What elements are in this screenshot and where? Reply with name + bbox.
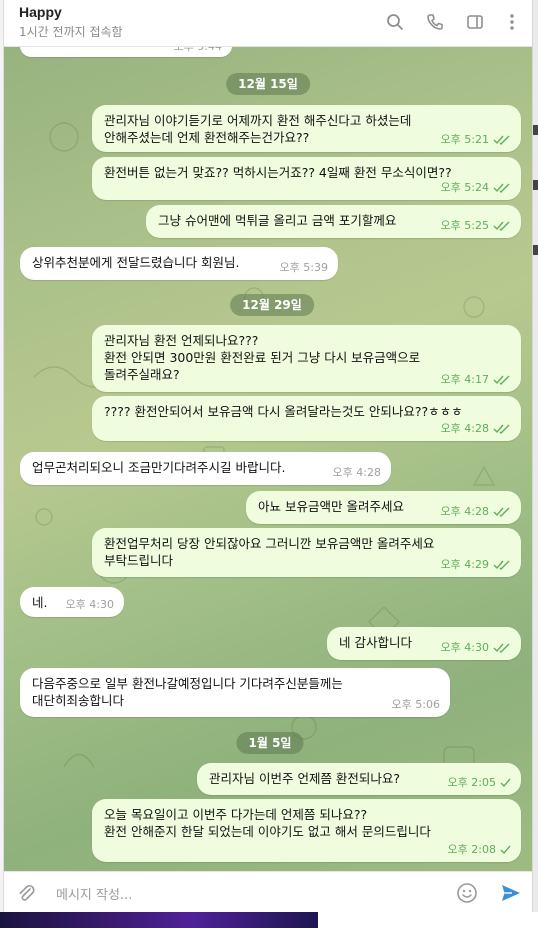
message-time: 오후 5:24 [440, 181, 489, 194]
double-check-icon [493, 375, 510, 385]
message-time: 오후 5:06 [391, 698, 440, 711]
double-check-icon [493, 424, 510, 434]
message-input[interactable]: 메시지 작성... [56, 884, 132, 903]
message-bubble-outgoing[interactable]: 오늘 목요일이고 이번주 다가는데 언제쯤 되나요?? 환전 안해준지 한달 되… [92, 799, 521, 862]
double-check-icon [493, 135, 510, 145]
message-bubble-incoming[interactable]: 다음주중으로 일부 환전나갈예정입니다 기다려주신분들께는 대단히죄송합니다 오… [20, 668, 450, 717]
message-bubble-outgoing[interactable]: 관리자님 이야기듣기로 어제까지 환전 해주신다고 하셨는데 안해주셨는데 언제… [92, 105, 521, 152]
message-time: 오후 5:44 [174, 47, 222, 55]
message-bubble-outgoing[interactable]: 환전업무처리 당장 안되잖아요 그러니깐 보유금액만 올려주세요 부탁드립니다 … [92, 528, 521, 577]
message-time: 오후 2:05 [447, 776, 496, 789]
message-text: 다음주중으로 일부 환전나갈예정입니다 기다려주신분들께는 대단히죄송합니다 [32, 676, 343, 708]
message-time: 오후 5:25 [440, 219, 489, 232]
date-separator: 12월 29일 [230, 294, 314, 316]
message-list[interactable]: 오후 5:44 12월 15일 관리자님 이야기듣기로 어제까지 환전 해주신다… [4, 47, 532, 871]
message-time: 오후 4:28 [332, 466, 381, 479]
message-bubble-outgoing[interactable]: ???? 환전안되어서 보유금액 다시 올려달라는것도 안되나요??ㅎㅎㅎ 오후… [92, 396, 521, 441]
message-composer: 메시지 작성... [4, 871, 532, 912]
message-bubble-outgoing[interactable]: 아뇨 보유금액만 올려주세요 오후 4:28 [246, 491, 521, 524]
bottom-strip [0, 912, 538, 928]
message-bubble-outgoing[interactable]: 그냥 슈어맨에 먹튀글 올리고 금액 포기할께요 오후 5:25 [146, 205, 521, 238]
send-icon[interactable] [499, 881, 523, 905]
double-check-icon [493, 221, 510, 231]
date-separator: 1월 5일 [236, 732, 304, 754]
right-edge-mark [533, 180, 538, 190]
date-separator: 12월 15일 [226, 73, 310, 95]
message-time: 오후 4:30 [440, 641, 489, 654]
background-banner [0, 912, 318, 928]
message-bubble-outgoing[interactable]: 관리자님 환전 언제되나요??? 환전 안되면 300만원 환전완료 된거 그냥… [92, 325, 521, 392]
right-edge-mark [533, 245, 538, 255]
message-bubble-outgoing[interactable]: 네 감사합니다 오후 4:30 [327, 627, 521, 660]
chat-title[interactable]: Happy [19, 4, 62, 20]
message-time: 오후 5:39 [279, 261, 328, 274]
search-icon[interactable] [384, 11, 406, 33]
message-time: 오후 2:08 [447, 843, 496, 856]
last-seen-status: 1시간 전까지 접속함 [19, 25, 123, 39]
message-time: 오후 4:30 [65, 598, 114, 611]
check-icon [500, 778, 511, 787]
message-bubble-outgoing[interactable]: 환전버튼 없는거 맞죠?? 먹하시는거죠?? 4일째 환전 무소식이면?? 오후… [92, 157, 521, 200]
message-text: 업무곤처리되오니 조금만기다려주시길 바랍니다. [32, 460, 286, 475]
emoji-icon[interactable] [455, 881, 479, 905]
chat-header: Happy 1시간 전까지 접속함 [4, 0, 532, 47]
check-icon [500, 845, 511, 854]
message-time: 오후 4:28 [440, 422, 489, 435]
double-check-icon [493, 507, 510, 517]
message-text: 오늘 목요일이고 이번주 다가는데 언제쯤 되나요?? 환전 안해준지 한달 되… [104, 807, 431, 839]
attach-icon[interactable] [14, 881, 38, 905]
more-menu-icon[interactable] [501, 11, 523, 33]
message-bubble-outgoing[interactable]: 관리자님 이번주 언제쯤 환전되나요? 오후 2:05 [197, 763, 521, 795]
message-time: 오후 4:29 [440, 558, 489, 571]
message-bubble-incoming[interactable]: 상위추천분에게 전달드렸습니다 회원님. 오후 5:39 [20, 247, 338, 280]
message-text: ???? 환전안되어서 보유금액 다시 올려달라는것도 안되나요??ㅎㅎㅎ [104, 404, 463, 419]
sidebar-toggle-icon[interactable] [464, 11, 486, 33]
double-check-icon [493, 643, 510, 653]
double-check-icon [493, 560, 510, 570]
message-bubble-incoming[interactable]: 업무곤처리되오니 조금만기다려주시길 바랍니다. 오후 4:28 [20, 452, 391, 485]
chat-window: Happy 1시간 전까지 접속함 오후 5:44 [3, 0, 533, 912]
right-edge-mark [533, 125, 538, 135]
phone-icon[interactable] [424, 11, 446, 33]
message-bubble-partial[interactable]: 오후 5:44 [20, 47, 232, 57]
message-time: 오후 4:17 [440, 373, 489, 386]
message-bubble-incoming[interactable]: 네. 오후 4:30 [20, 587, 124, 617]
double-check-icon [493, 183, 510, 193]
message-time: 오후 4:28 [440, 505, 489, 518]
right-edge [533, 0, 538, 928]
message-time: 오후 5:21 [440, 133, 489, 146]
